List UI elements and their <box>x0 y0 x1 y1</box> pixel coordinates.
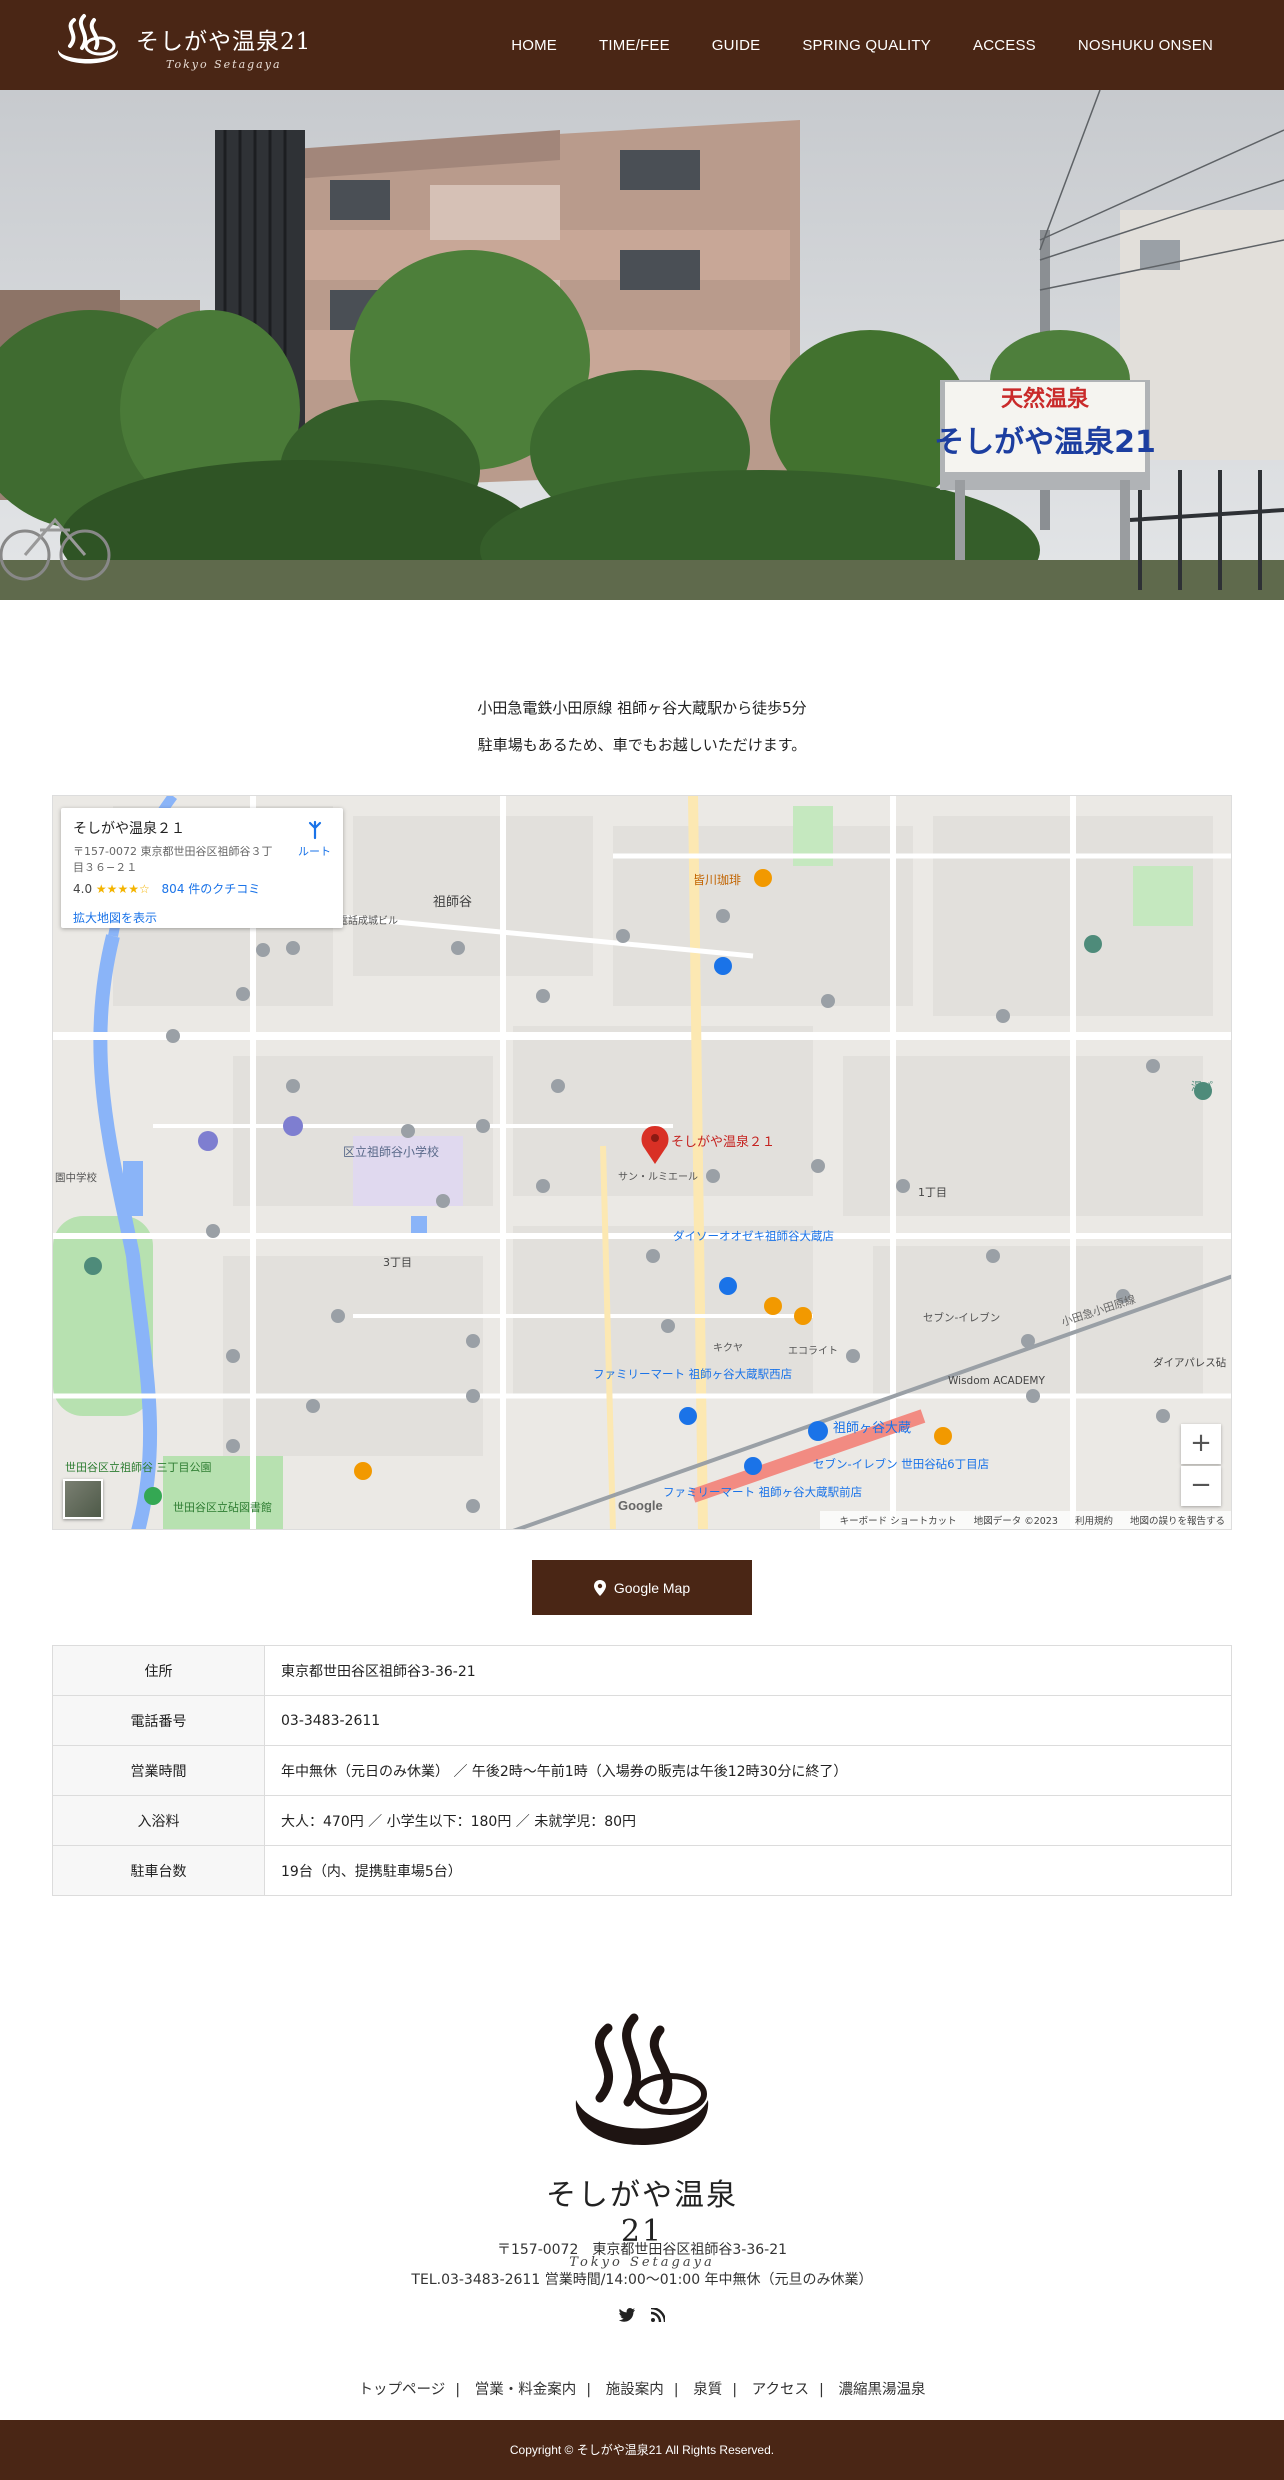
map-label-famima-west: ファミリーマート 祖師ヶ谷大蔵駅西店 <box>593 1367 792 1381</box>
nav-access[interactable]: ACCESS <box>952 37 1057 54</box>
access-intro: 小田急電鉄小田原線 祖師ヶ谷大蔵駅から徒歩5分 駐車場もあるため、車でもお越しい… <box>0 690 1284 764</box>
keyboard-shortcuts-link[interactable]: キーボード ショートカット <box>840 1516 957 1527</box>
info-key-address: 住所 <box>52 1645 265 1696</box>
info-value-fee: 大人：470円 ／ 小学生以下：180円 ／ 未就学児：80円 <box>264 1795 1232 1846</box>
footer-address-block: 〒157-0072 東京都世田谷区祖師谷3-36-21 TEL.03-3483-… <box>0 2235 1284 2295</box>
social-links <box>0 2308 1284 2322</box>
map-label-1chome: 1丁目 <box>918 1186 947 1199</box>
footer-tel-hours: TEL.03-3483-2611 営業時間/14:00～01:00 年中無休（元… <box>411 2272 873 2288</box>
info-key-phone: 電話番号 <box>52 1695 265 1746</box>
info-value-address: 東京都世田谷区祖師谷3-36-21 <box>264 1645 1232 1696</box>
nav-time-fee[interactable]: TIME/FEE <box>578 37 691 54</box>
footer-link-spring[interactable]: 泉質 <box>693 2382 722 2398</box>
copyright-bar: Copyright © そしがや温泉21 All Rights Reserved… <box>0 2420 1284 2480</box>
map-label-diapalace: ダイアパレス砧 <box>1153 1356 1227 1369</box>
map-label-school: 区立祖師谷小学校 <box>343 1144 439 1159</box>
table-row: 駐車台数 19台（内、提携駐車場5台） <box>52 1845 1232 1896</box>
place-info-card: そしがや温泉２１ 〒157-0072 東京都世田谷区祖師谷３丁目３６−２１ 4.… <box>61 808 343 928</box>
onsen-logo-icon <box>57 14 119 64</box>
footer-link-guide[interactable]: 施設案内 <box>606 2382 664 2398</box>
satellite-toggle-button[interactable] <box>63 1479 103 1519</box>
route-button[interactable]: ルート <box>298 820 331 859</box>
route-label: ルート <box>298 845 331 858</box>
logo-subtitle: Tokyo Setagaya <box>166 58 282 71</box>
main-nav: HOME TIME/FEE GUIDE SPRING QUALITY ACCES… <box>490 0 1234 90</box>
info-value-hours: 年中無休（元日のみ休業） ／ 午後2時～午前1時（入場券の販売は午後12時30分… <box>264 1745 1232 1796</box>
map-label-station: 祖師ヶ谷大蔵 <box>833 1421 911 1436</box>
facility-info-table: 住所 東京都世田谷区祖師谷3-36-21 電話番号 03-3483-2611 営… <box>52 1645 1232 1896</box>
google-map-button-label: Google Map <box>613 1579 691 1596</box>
map-label-kikuya: キクヤ <box>713 1342 743 1354</box>
map-label-famima-front: ファミリーマート 祖師ヶ谷大蔵駅前店 <box>663 1485 862 1499</box>
nav-spring-quality[interactable]: SPRING QUALITY <box>781 37 952 54</box>
twitter-icon[interactable] <box>619 2308 635 2322</box>
footer-nav: トップページ | 営業・料金案内 | 施設案内 | 泉質 | アクセス | 濃縮黒湯温泉 <box>358 2382 926 2398</box>
footer-link-access[interactable]: アクセス <box>752 2382 809 2398</box>
rating-stars-icon: ★★★★☆ <box>95 882 150 896</box>
map-label-chuugakko: 園中学校 <box>55 1171 97 1184</box>
report-error-link[interactable]: 地図の誤りを報告する <box>1130 1516 1225 1527</box>
google-map[interactable]: 祖師谷 区立祖師谷小学校 3丁目 1丁目 ダイソーオオゼキ祖師谷大蔵店 祖師ヶ谷… <box>52 795 1232 1530</box>
intro-line-parking: 駐車場もあるため、車でもお越しいただけます。 <box>477 736 807 754</box>
map-data-text: 地図データ ©2023 <box>973 1516 1058 1527</box>
copyright-text: Copyright © そしがや温泉21 All Rights Reserved… <box>509 2443 775 2457</box>
hero-photo: 天然温泉 そしがや温泉21 <box>0 90 1284 600</box>
table-row: 入浴料 大人：470円 ／ 小学生以下：180円 ／ 未就学児：80円 <box>52 1795 1232 1846</box>
terms-link[interactable]: 利用規約 <box>1075 1516 1113 1527</box>
footer-address: 〒157-0072 東京都世田谷区祖師谷3-36-21 <box>496 2242 788 2258</box>
map-label-ecolight: エコライト <box>788 1345 838 1357</box>
map-pin-icon <box>593 1579 606 1596</box>
google-map-button[interactable]: Google Map <box>532 1560 752 1615</box>
footer-link-kuroyu[interactable]: 濃縮黒湯温泉 <box>839 2382 926 2398</box>
nav-noshuku-onsen[interactable]: NOSHUKU ONSEN <box>1057 37 1234 54</box>
map-attribution: キーボード ショートカット 地図データ ©2023 利用規約 地図の誤りを報告す… <box>819 1511 1231 1529</box>
map-label-sanlumiere: サン・ルミエール <box>618 1171 698 1183</box>
intro-line-station: 小田急電鉄小田原線 祖師ヶ谷大蔵駅から徒歩5分 <box>477 699 807 717</box>
google-logo: Google <box>618 1498 663 1513</box>
footer-link-top[interactable]: トップページ <box>359 2382 446 2398</box>
place-address: 〒157-0072 東京都世田谷区祖師谷３丁目３６−２１ <box>73 845 273 874</box>
place-rating: 4.0 ★★★★☆ 804 件のクチコミ <box>73 880 331 897</box>
map-label-wisdom: Wisdom ACADEMY <box>948 1375 1045 1387</box>
zoom-in-button[interactable]: + <box>1181 1424 1221 1464</box>
zoom-out-button[interactable]: − <box>1181 1466 1221 1506</box>
map-label-yu: 湯パ <box>1191 1080 1213 1093</box>
map-label-daiso: ダイソーオオゼキ祖師谷大蔵店 <box>673 1229 834 1243</box>
map-label-park: 世田谷区立祖師谷 三丁目公園 <box>65 1460 212 1474</box>
enlarge-map-link[interactable]: 拡大地図を表示 <box>73 909 331 926</box>
table-row: 住所 東京都世田谷区祖師谷3-36-21 <box>52 1645 1232 1696</box>
nav-guide[interactable]: GUIDE <box>691 37 782 54</box>
reviews-link[interactable]: 804 件のクチコミ <box>162 882 261 896</box>
info-key-hours: 営業時間 <box>52 1745 265 1796</box>
place-title: そしがや温泉２１ <box>73 821 185 837</box>
nav-home[interactable]: HOME <box>490 37 578 54</box>
rating-value: 4.0 <box>73 882 93 896</box>
map-label-library: 世田谷区立砧図書館 <box>173 1500 272 1514</box>
onsen-logo-icon <box>575 2013 709 2145</box>
footer-link-fee[interactable]: 営業・料金案内 <box>475 2382 577 2398</box>
map-label-kohi: 皆川珈琲 <box>693 873 741 887</box>
map-pin-label: そしがや温泉２１ <box>671 1134 775 1150</box>
building-photo: 天然温泉 そしがや温泉21 <box>0 90 1284 600</box>
rss-icon[interactable] <box>651 2308 665 2322</box>
info-key-parking: 駐車台数 <box>52 1845 265 1896</box>
sign-main-text: そしがや温泉21 <box>934 425 1156 460</box>
map-label-seven: セブン-イレブン 世田谷砧6丁目店 <box>813 1457 989 1471</box>
map-label-3chome: 3丁目 <box>383 1256 412 1269</box>
footer-logo[interactable]: そしがや温泉21 Tokyo Setagaya <box>530 2010 754 2270</box>
directions-icon <box>308 820 321 840</box>
map-label-seven2: セブン-イレブン <box>923 1311 1000 1324</box>
site-logo[interactable]: そしがや温泉21 Tokyo Setagaya <box>50 10 310 80</box>
table-row: 営業時間 年中無休（元日のみ休業） ／ 午後2時～午前1時（入場券の販売は午後1… <box>52 1745 1232 1796</box>
sign-top-text: 天然温泉 <box>1001 386 1090 412</box>
logo-name: そしがや温泉21 <box>136 29 312 55</box>
info-value-parking: 19台（内、提携駐車場5台） <box>264 1845 1232 1896</box>
info-key-fee: 入浴料 <box>52 1795 265 1846</box>
info-value-phone: 03-3483-2611 <box>264 1695 1232 1746</box>
map-label-shiso: 祖師谷 <box>433 895 472 910</box>
site-header: そしがや温泉21 Tokyo Setagaya HOME TIME/FEE GU… <box>0 0 1284 90</box>
table-row: 電話番号 03-3483-2611 <box>52 1695 1232 1746</box>
